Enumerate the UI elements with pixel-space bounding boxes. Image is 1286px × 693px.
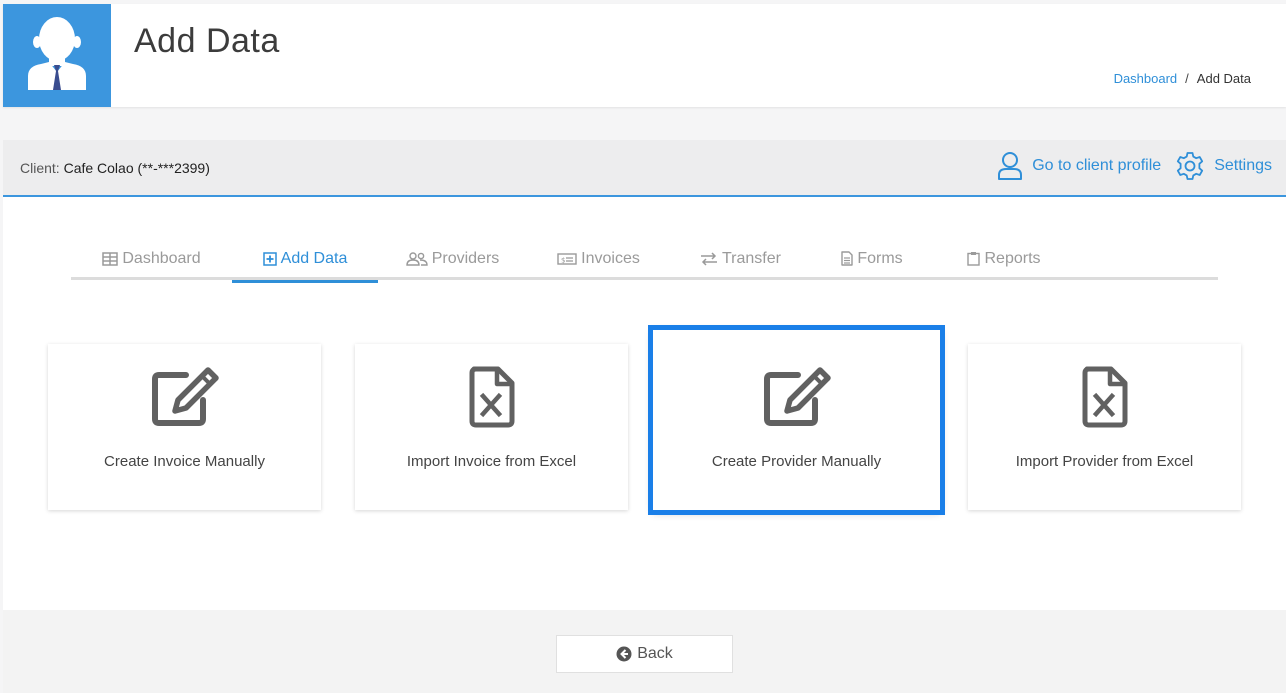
tab-label: Add Data xyxy=(280,249,348,267)
card-create-invoice-manually[interactable]: Create Invoice Manually xyxy=(48,344,321,510)
client-profile-label: Go to client profile xyxy=(1032,157,1162,174)
plus-square-icon xyxy=(262,251,277,266)
page-title: Add Data xyxy=(134,22,280,60)
table-icon xyxy=(102,251,119,266)
tab-label: Transfer xyxy=(722,249,781,267)
tab-invoices[interactable]: $ Invoices xyxy=(527,237,670,280)
tab-add-data[interactable]: Add Data xyxy=(232,237,378,283)
excel-file-icon xyxy=(469,366,514,428)
breadcrumb-dashboard-link[interactable]: Dashboard xyxy=(1114,71,1178,86)
settings-link[interactable]: Settings xyxy=(1175,151,1272,181)
client-bar: Client: Cafe Colao (**-***2399) Go to cl… xyxy=(3,140,1286,197)
gear-icon xyxy=(1177,152,1204,180)
edit-icon xyxy=(151,367,219,426)
tab-label: Forms xyxy=(857,249,903,267)
breadcrumb-separator: / xyxy=(1185,71,1189,86)
tab-label: Invoices xyxy=(581,249,640,267)
arrow-circle-left-icon xyxy=(616,646,632,662)
user-outline-icon xyxy=(998,152,1023,180)
users-icon xyxy=(406,251,428,266)
client-name: Cafe Colao (**-***2399) xyxy=(63,160,210,176)
tab-bar: Dashboard Add Data Providers $ Invoices … xyxy=(71,237,1218,283)
user-avatar-icon xyxy=(28,17,86,90)
card-label: Create Invoice Manually xyxy=(104,453,265,470)
tab-label: Reports xyxy=(984,249,1041,267)
excel-file-icon xyxy=(1082,366,1127,428)
card-label: Create Provider Manually xyxy=(711,453,882,470)
svg-text:$: $ xyxy=(561,256,565,264)
card-create-provider-manually[interactable]: Create Provider Manually xyxy=(648,325,945,515)
page-header: Add Data Dashboard / Add Data xyxy=(3,4,1286,107)
exchange-icon xyxy=(701,251,717,266)
clipboard-icon xyxy=(967,252,981,266)
card-label: Import Provider from Excel xyxy=(1015,453,1194,470)
tab-label: Providers xyxy=(431,249,500,267)
card-import-invoice-excel[interactable]: Import Invoice from Excel xyxy=(355,344,628,510)
breadcrumb-current: Add Data xyxy=(1196,71,1251,86)
tab-transfer[interactable]: Transfer xyxy=(670,237,811,280)
card-import-provider-excel[interactable]: Import Provider from Excel xyxy=(968,344,1241,510)
client-profile-link[interactable]: Go to client profile xyxy=(997,151,1161,181)
avatar xyxy=(3,4,111,107)
client-info: Client: Cafe Colao (**-***2399) xyxy=(20,160,210,176)
file-text-icon xyxy=(841,251,854,266)
card-label: Import Invoice from Excel xyxy=(406,453,577,470)
tab-reports[interactable]: Reports xyxy=(933,237,1075,280)
back-button[interactable]: Back xyxy=(556,635,733,673)
main-panel: Dashboard Add Data Providers $ Invoices … xyxy=(3,197,1286,610)
client-label: Client: xyxy=(20,160,60,176)
tab-providers[interactable]: Providers xyxy=(378,237,527,280)
tab-label: Dashboard xyxy=(122,249,201,267)
footer: Back xyxy=(3,610,1286,693)
client-actions: Go to client profile Settings xyxy=(997,151,1272,181)
money-bill-icon: $ xyxy=(557,252,577,265)
edit-icon xyxy=(763,367,831,426)
tab-dashboard[interactable]: Dashboard xyxy=(71,237,232,280)
back-label: Back xyxy=(637,645,673,662)
settings-label: Settings xyxy=(1214,157,1272,174)
breadcrumb: Dashboard / Add Data xyxy=(1114,71,1251,86)
tab-forms[interactable]: Forms xyxy=(811,237,933,280)
